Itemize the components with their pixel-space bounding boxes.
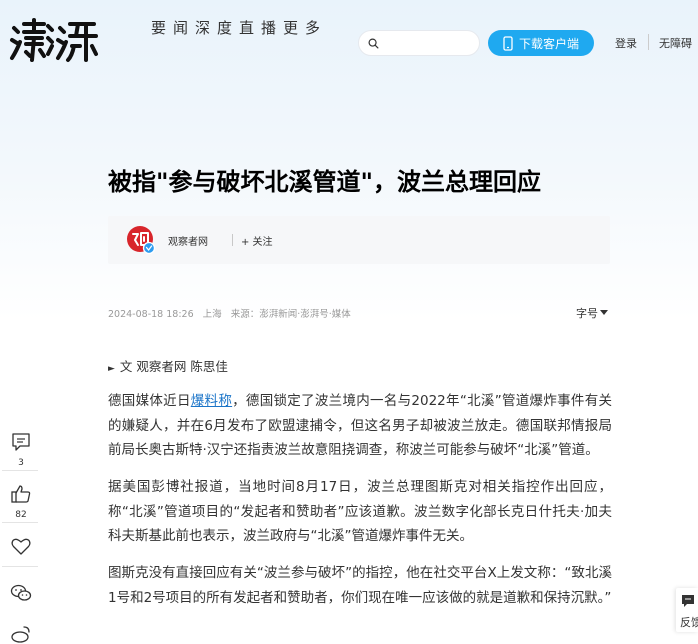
byline-arrow-icon: ► [108,364,115,374]
header-divider [648,34,649,50]
thumbs-up-icon [11,485,31,503]
nav-item-yaowen[interactable]: 要闻 [151,20,195,37]
paragraph-3: 图斯克没有直接回应有关“波兰参与破坏”的指控，他在社交平台X上发文称：“致北溪1… [108,565,612,606]
download-app-button[interactable]: 下载客户端 [488,30,594,56]
author-avatar[interactable] [126,225,156,255]
feedback-button[interactable]: 反馈 [676,588,698,632]
rail-divider [2,566,38,567]
search-input[interactable] [384,36,476,50]
search-box[interactable] [358,30,480,56]
weibo-icon [11,626,30,643]
publish-location: 上海 [202,309,222,320]
feedback-icon [682,595,694,607]
inline-link-report[interactable]: 爆料称 [191,393,232,409]
caret-down-icon [600,310,608,315]
article-source: 来源：澎湃新闻·澎湃号·媒体 [230,309,351,320]
feedback-label: 反馈 [680,616,698,629]
rail-divider [2,522,38,523]
favorite-button[interactable] [8,535,34,561]
article-meta: 2024-08-18 18:26 上海 来源：澎湃新闻·澎湃号·媒体 [108,306,357,320]
phone-icon [503,35,513,51]
comment-icon [12,433,30,451]
nav-item-shendu[interactable]: 深度 [195,20,239,37]
author-name[interactable]: 观察者网 [168,233,208,248]
paragraph-1: 德国媒体近日爆料称，德国锁定了波兰境内一名与2022年“北溪”管道爆炸事件有关的… [108,389,612,463]
article-byline: ► 文 观察者网 陈思佳 [108,356,228,375]
like-button[interactable]: 82 [8,483,34,520]
comment-count: 3 [18,458,24,468]
main-nav: 要闻 深度 直播 更多 [151,20,327,37]
font-size-control[interactable]: 字号 [576,305,608,321]
accessibility-link[interactable]: 无障碍 [659,35,692,51]
rail-divider [2,470,38,471]
like-count: 82 [15,510,27,520]
byline-text: 文 观察者网 陈思佳 [119,359,228,374]
login-link[interactable]: 登录 [615,35,637,51]
author-divider [232,234,233,246]
site-header: 要闻 深度 直播 更多 下载客户端 登录 无障碍 [0,0,698,84]
wechat-icon [10,584,32,601]
search-icon [368,38,379,48]
paragraph-2: 据美国彭博社报道，当地时间8月17日，波兰总理图斯克对相关指控作出回应，称“北溪… [108,479,612,545]
follow-button[interactable]: + 关注 [241,233,273,248]
font-size-label: 字号 [576,307,598,320]
download-app-label: 下载客户端 [518,36,579,51]
nav-item-zhibo[interactable]: 直播 [239,20,283,37]
comment-button[interactable]: 3 [8,431,34,468]
author-card: 观察者网 + 关注 [108,216,610,264]
nav-item-gengduo[interactable]: 更多 [283,20,327,37]
paragraph-1-lead: 德国媒体近日 [108,393,191,409]
heart-icon [11,538,31,555]
thepaper-logo[interactable] [8,16,100,66]
weibo-share-button[interactable] [8,624,34,644]
publish-date: 2024-08-18 18:26 [108,309,194,320]
wechat-share-button[interactable] [8,583,34,607]
article-title: 被指"参与破坏北溪管道"，波兰总理回应 [108,168,542,196]
